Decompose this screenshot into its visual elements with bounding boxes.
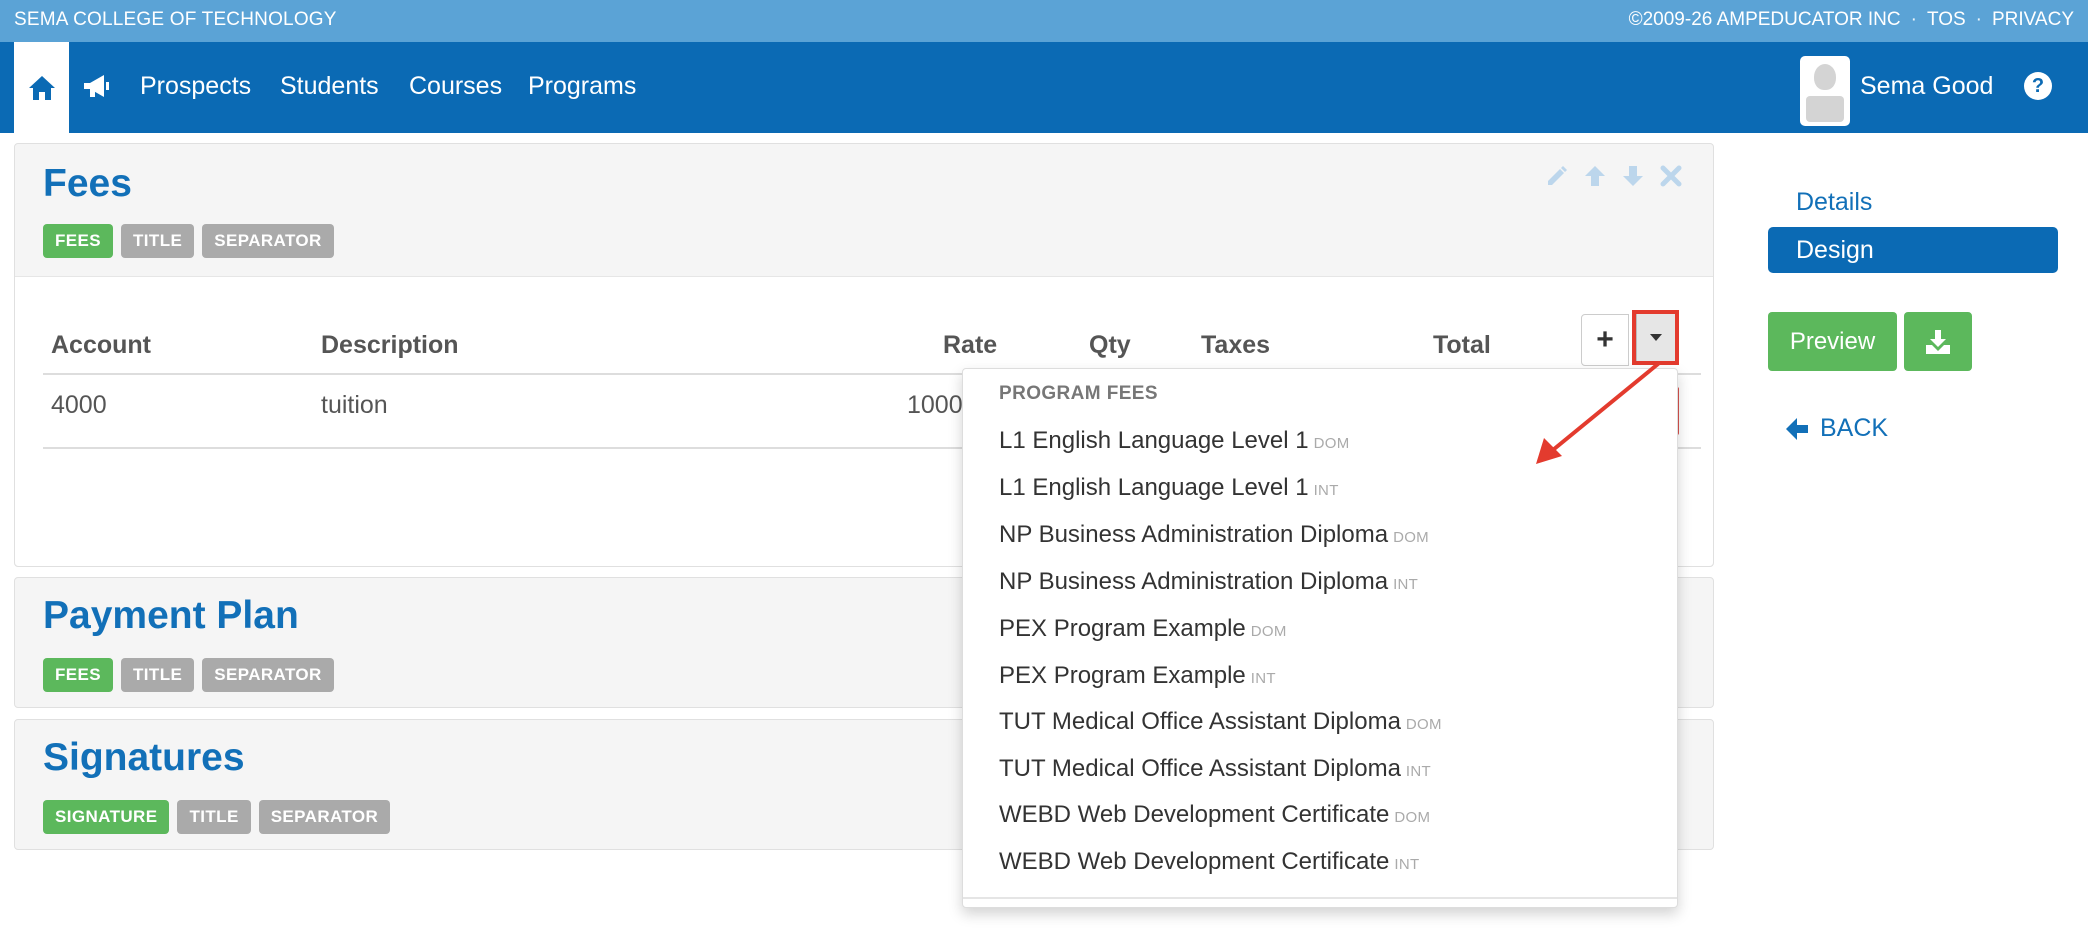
privacy-link[interactable]: PRIVACY bbox=[1992, 9, 2074, 31]
tag-title: TITLE bbox=[177, 800, 251, 834]
dropdown-item[interactable]: TUT Medical Office Assistant Diploma INT bbox=[999, 755, 1431, 783]
panel-title: Payment Plan bbox=[43, 594, 299, 637]
tag-separator: SEPARATOR bbox=[258, 800, 391, 834]
avatar-body bbox=[1806, 96, 1844, 122]
dropdown-item[interactable]: L1 English Language Level 1 INT bbox=[999, 474, 1339, 502]
school-name: SEMA COLLEGE OF TECHNOLOGY bbox=[14, 9, 337, 30]
cell-account: 4000 bbox=[51, 391, 107, 419]
item-label: TUT Medical Office Assistant Diploma bbox=[999, 755, 1401, 782]
col-rate: Rate bbox=[943, 331, 998, 359]
dropdown-item[interactable]: NP Business Administration Diploma INT bbox=[999, 568, 1418, 596]
item-label: TUT Medical Office Assistant Diploma bbox=[999, 708, 1401, 735]
item-label: L1 English Language Level 1 bbox=[999, 427, 1309, 454]
item-label: NP Business Administration Diploma bbox=[999, 568, 1389, 595]
tag-fees: FEES bbox=[43, 658, 114, 692]
back-link[interactable]: BACK bbox=[1784, 414, 1888, 443]
tag-signature: SIGNATURE bbox=[43, 800, 170, 834]
megaphone-icon bbox=[84, 75, 109, 97]
nav-students[interactable]: Students bbox=[280, 72, 379, 101]
item-label: WEBD Web Development Certificate bbox=[999, 801, 1390, 828]
user-name[interactable]: Sema Good bbox=[1860, 72, 1993, 101]
home-button[interactable] bbox=[14, 42, 69, 133]
item-suffix: INT bbox=[1313, 482, 1339, 499]
copyright-text: ©2009-26 AMPEDUCATOR INC bbox=[1628, 9, 1901, 30]
dropdown-header: PROGRAM FEES bbox=[999, 383, 1158, 404]
avatar-head bbox=[1814, 64, 1836, 90]
pencil-icon bbox=[1548, 166, 1567, 185]
col-taxes: Taxes bbox=[1201, 331, 1271, 359]
back-label: BACK bbox=[1820, 414, 1889, 442]
cell-rate: 1000. bbox=[907, 391, 970, 419]
tos-link[interactable]: TOS bbox=[1927, 9, 1966, 31]
dropdown-item[interactable]: L1 English Language Level 1 DOM bbox=[999, 427, 1350, 455]
close-icon bbox=[1660, 165, 1682, 187]
sidebar-design-link[interactable]: Design bbox=[1768, 227, 2058, 273]
tag-separator: SEPARATOR bbox=[202, 658, 334, 692]
help-icon[interactable]: ? bbox=[2024, 72, 2052, 100]
item-suffix: DOM bbox=[1393, 529, 1429, 546]
col-description: Description bbox=[321, 331, 459, 359]
nav-courses[interactable]: Courses bbox=[409, 72, 502, 101]
preview-button[interactable]: Preview bbox=[1768, 312, 1897, 371]
separator-dot: · bbox=[1975, 9, 1982, 30]
dropdown-item[interactable]: PEX Program Example INT bbox=[999, 662, 1276, 690]
col-account: Account bbox=[51, 331, 151, 359]
item-suffix: INT bbox=[1394, 856, 1420, 873]
dropdown-divider bbox=[963, 897, 1677, 899]
download-icon bbox=[1926, 329, 1950, 354]
plus-icon: + bbox=[1596, 323, 1614, 356]
item-suffix: INT bbox=[1405, 763, 1431, 780]
move-up-button[interactable] bbox=[1581, 162, 1609, 190]
top-bar: SEMA COLLEGE OF TECHNOLOGY ©2009-26 AMPE… bbox=[0, 0, 2088, 42]
item-label: L1 English Language Level 1 bbox=[999, 474, 1309, 501]
item-suffix: DOM bbox=[1394, 809, 1431, 826]
item-label: NP Business Administration Diploma bbox=[999, 521, 1389, 548]
arrow-up-icon bbox=[1585, 166, 1605, 186]
annotation-highlight-box bbox=[1632, 310, 1679, 365]
edit-button[interactable] bbox=[1543, 162, 1571, 190]
item-suffix: DOM bbox=[1405, 716, 1442, 733]
nav-prospects[interactable]: Prospects bbox=[140, 72, 251, 101]
item-label: PEX Program Example bbox=[999, 615, 1246, 642]
home-icon bbox=[28, 75, 55, 100]
tag-title: TITLE bbox=[121, 658, 195, 692]
col-qty: Qty bbox=[1089, 331, 1131, 359]
cell-description: tuition bbox=[321, 391, 388, 419]
nav-programs[interactable]: Programs bbox=[528, 72, 636, 101]
dropdown-item[interactable]: WEBD Web Development Certificate INT bbox=[999, 848, 1419, 876]
dropdown-item[interactable]: WEBD Web Development Certificate DOM bbox=[999, 801, 1430, 829]
separator-dot: · bbox=[1910, 9, 1917, 30]
tag-list: SIGNATURE TITLE SEPARATOR bbox=[43, 800, 391, 834]
item-suffix: INT bbox=[1393, 576, 1419, 593]
item-suffix: INT bbox=[1250, 670, 1276, 687]
dropdown-item[interactable]: PEX Program Example DOM bbox=[999, 615, 1287, 643]
move-down-button[interactable] bbox=[1619, 162, 1647, 190]
item-label: WEBD Web Development Certificate bbox=[999, 848, 1390, 875]
item-suffix: DOM bbox=[1250, 623, 1287, 640]
avatar[interactable] bbox=[1800, 56, 1850, 126]
remove-button[interactable] bbox=[1657, 162, 1685, 190]
tag-separator: SEPARATOR bbox=[202, 224, 334, 258]
download-button[interactable] bbox=[1904, 312, 1972, 371]
panel-tools bbox=[1543, 162, 1685, 190]
item-suffix: DOM bbox=[1313, 435, 1350, 452]
sidebar-details-link[interactable]: Details bbox=[1796, 188, 1872, 217]
tag-title: TITLE bbox=[121, 224, 195, 258]
tag-list: FEES TITLE SEPARATOR bbox=[43, 224, 334, 258]
annotation-arrow bbox=[1536, 362, 1660, 464]
tag-list: FEES TITLE SEPARATOR bbox=[43, 658, 334, 692]
panel-title: Signatures bbox=[43, 736, 245, 779]
arrow-left-icon bbox=[1786, 417, 1808, 440]
dropdown-item[interactable]: NP Business Administration Diploma DOM bbox=[999, 521, 1429, 549]
announcements-button[interactable] bbox=[80, 70, 114, 104]
item-label: PEX Program Example bbox=[999, 662, 1246, 689]
panel-title: Fees bbox=[43, 162, 132, 205]
top-bar-links: ©2009-26 AMPEDUCATOR INC · TOS · PRIVACY bbox=[1629, 9, 2074, 31]
arrow-down-icon bbox=[1623, 166, 1643, 186]
col-total: Total bbox=[1433, 331, 1491, 359]
dropdown-item[interactable]: TUT Medical Office Assistant Diploma DOM bbox=[999, 708, 1442, 736]
main-nav: Prospects Students Courses Programs Sema… bbox=[0, 42, 2088, 133]
tag-fees: FEES bbox=[43, 224, 114, 258]
